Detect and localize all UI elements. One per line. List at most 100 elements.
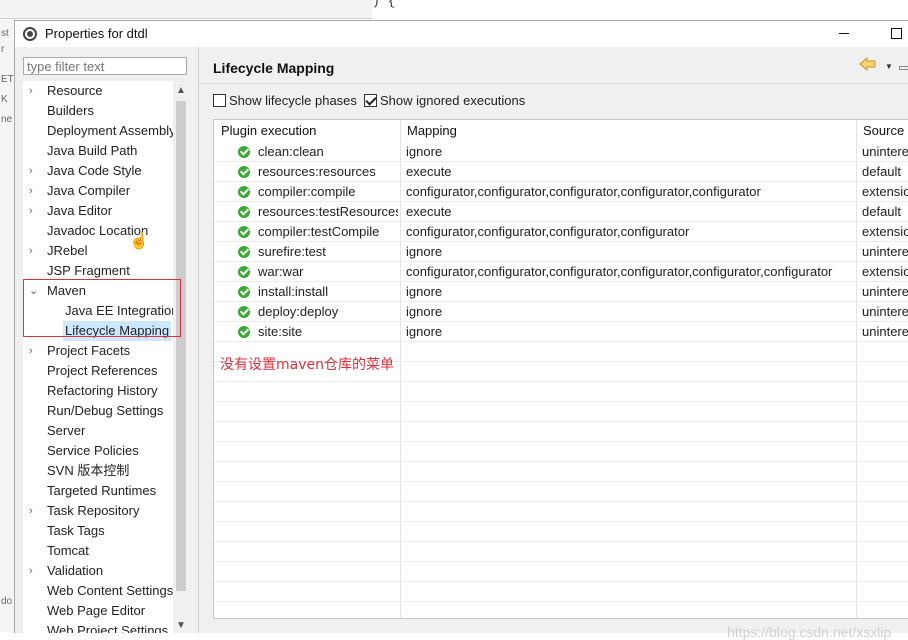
tree-item[interactable]: Lifecycle Mapping <box>23 321 173 341</box>
cell-plugin-execution: war:war <box>258 264 304 279</box>
cell-source: uninteresting <box>862 144 908 159</box>
cell-plugin-execution: surefire:test <box>258 244 326 259</box>
cell-mapping: ignore <box>406 244 443 259</box>
tree-item[interactable]: SVN 版本控制 <box>23 461 173 481</box>
view-menu-icon[interactable]: ▼ <box>885 62 893 71</box>
tree-item[interactable]: Java Build Path <box>23 141 173 161</box>
scroll-down-icon[interactable]: ▼ <box>176 620 186 631</box>
tree-item[interactable]: Project References <box>23 361 173 381</box>
table-row[interactable]: deploy:deploy ignore uninteresting <box>214 302 908 322</box>
tree-item-label: Resource <box>47 83 103 98</box>
ok-check-icon <box>238 186 250 198</box>
tree-item-label: Java EE Integration <box>65 303 173 318</box>
table-row[interactable]: clean:clean ignore uninteresting <box>214 142 908 162</box>
tree-item[interactable]: Server <box>23 421 173 441</box>
tree-item-label: Deployment Assembly <box>47 123 173 138</box>
view-minimize-icon[interactable] <box>899 66 908 70</box>
dialog-titlebar[interactable]: Properties for dtdl <box>15 21 908 47</box>
tree-item[interactable]: Tomcat <box>23 541 173 561</box>
filter-input[interactable] <box>23 57 187 75</box>
table-row[interactable]: install:install ignore uninteresting <box>214 282 908 302</box>
column-header-source[interactable]: Source <box>856 120 908 142</box>
cell-source: default <box>862 164 902 179</box>
tree-item-label: Targeted Runtimes <box>47 483 157 498</box>
back-arrow-icon[interactable] <box>859 56 877 72</box>
table-row[interactable]: site:site ignore uninteresting <box>214 322 908 342</box>
tree-item[interactable]: › JRebel <box>23 241 173 261</box>
tree-item-label: Server <box>47 423 86 438</box>
tree-item[interactable]: › Resource <box>23 81 173 101</box>
tree-item[interactable]: › Java Code Style <box>23 161 173 181</box>
tree-item[interactable]: Web Page Editor <box>23 601 173 621</box>
cell-plugin-execution: compiler:testCompile <box>258 224 380 239</box>
table-row[interactable]: resources:resources execute default <box>214 162 908 182</box>
tree-item[interactable]: Refactoring History <box>23 381 173 401</box>
empty-table-row <box>214 522 908 542</box>
cell-mapping: ignore <box>406 304 443 319</box>
tree-item[interactable]: Web Project Settings <box>23 621 173 633</box>
tree-item-label: Task Repository <box>47 503 140 518</box>
tree-item[interactable]: Web Content Settings <box>23 581 173 601</box>
minimize-icon[interactable] <box>839 33 849 34</box>
tree-item[interactable]: Targeted Runtimes <box>23 481 173 501</box>
table-row[interactable]: compiler:testCompile configurator,configu… <box>214 222 908 242</box>
chevron-right-icon[interactable]: › <box>29 181 39 201</box>
chevron-right-icon[interactable]: › <box>29 81 39 101</box>
tree-item[interactable]: Javadoc Location <box>23 221 173 241</box>
scroll-thumb[interactable] <box>176 101 186 591</box>
cell-mapping: ignore <box>406 324 443 339</box>
cell-mapping: execute <box>406 164 452 179</box>
empty-table-row <box>214 462 908 482</box>
chevron-right-icon[interactable]: › <box>29 241 39 261</box>
dialog-title: Properties for dtdl <box>45 26 148 41</box>
tree-item[interactable]: Task Tags <box>23 521 173 541</box>
chevron-right-icon[interactable]: › <box>29 161 39 181</box>
table-row[interactable]: surefire:test ignore uninteresting <box>214 242 908 262</box>
checkbox-box[interactable] <box>213 94 226 107</box>
table-row[interactable]: compiler:compile configurator,configurato… <box>214 182 908 202</box>
tree-item[interactable]: Deployment Assembly <box>23 121 173 141</box>
tree-item-label: Refactoring History <box>47 383 158 398</box>
chevron-right-icon[interactable]: › <box>29 561 39 581</box>
column-header-mapping[interactable]: Mapping <box>400 120 856 142</box>
tree-item[interactable]: › Task Repository <box>23 501 173 521</box>
chevron-right-icon[interactable]: › <box>29 501 39 521</box>
tree-item-label: Lifecycle Mapping <box>63 321 172 341</box>
tree-item[interactable]: › Java Editor <box>23 201 173 221</box>
background-code-line: ) { <box>372 0 396 9</box>
tree-item[interactable]: › Java Compiler <box>23 181 173 201</box>
tree-item[interactable]: Service Policies <box>23 441 173 461</box>
cell-source: uninteresting <box>862 244 908 259</box>
panel-splitter[interactable] <box>198 47 199 633</box>
tree-item[interactable]: Java EE Integration <box>23 301 173 321</box>
tree-item[interactable]: › Validation <box>23 561 173 581</box>
cell-source: uninteresting <box>862 304 908 319</box>
tree-item[interactable]: Builders <box>23 101 173 121</box>
column-header-plugin-execution[interactable]: Plugin execution <box>214 120 400 142</box>
maximize-icon[interactable] <box>891 28 902 39</box>
tree-item[interactable]: JSP Fragment <box>23 261 173 281</box>
empty-table-row <box>214 542 908 562</box>
watermark: https://blog.csdn.net/xsxlip <box>727 624 892 640</box>
chevron-right-icon[interactable]: › <box>29 201 39 221</box>
cell-plugin-execution: compiler:compile <box>258 184 356 199</box>
scroll-up-icon[interactable]: ▲ <box>176 85 186 96</box>
cell-plugin-execution: clean:clean <box>258 144 324 159</box>
tree-item[interactable]: › Project Facets <box>23 341 173 361</box>
chevron-right-icon[interactable]: › <box>29 341 39 361</box>
cell-plugin-execution: resources:testResources <box>258 204 398 219</box>
table-row[interactable]: resources:testResources execute default <box>214 202 908 222</box>
ok-check-icon <box>238 146 250 158</box>
cell-mapping: configurator,configurator,configurator,c… <box>406 184 761 199</box>
ok-check-icon <box>238 286 250 298</box>
checkbox-box[interactable] <box>364 94 377 107</box>
tree-item[interactable]: ⌄ Maven <box>23 281 173 301</box>
tree-item-label: Run/Debug Settings <box>47 403 164 418</box>
table-row[interactable]: war:war configurator,configurator,configu… <box>214 262 908 282</box>
tree-item-label: Java Build Path <box>47 143 138 158</box>
tree-item-label: Task Tags <box>47 523 105 538</box>
cell-source: extension <box>862 264 908 279</box>
chevron-down-icon[interactable]: ⌄ <box>29 281 39 301</box>
tree-scrollbar[interactable]: ▲ ▼ <box>173 81 189 633</box>
tree-item[interactable]: Run/Debug Settings <box>23 401 173 421</box>
